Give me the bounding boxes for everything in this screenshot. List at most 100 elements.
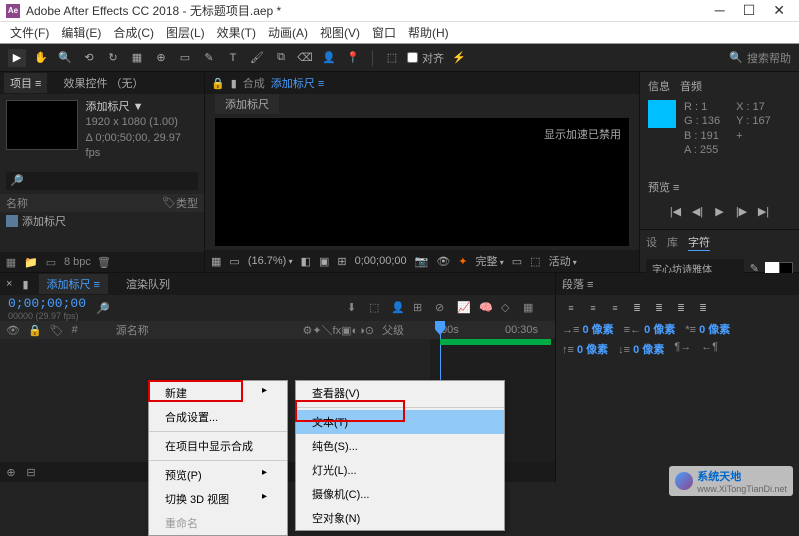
submenu-item-null[interactable]: 空对象(N) bbox=[296, 506, 504, 530]
submenu-item-text[interactable]: 文本(T) bbox=[296, 410, 504, 434]
tab-project[interactable]: 项目 ≡ bbox=[4, 73, 47, 93]
menu-file[interactable]: 文件(F) bbox=[6, 22, 53, 43]
quality-dropdown[interactable]: 完整 bbox=[476, 253, 504, 269]
last-frame-button[interactable]: ▶| bbox=[756, 203, 772, 219]
tab-library[interactable]: 库 bbox=[667, 234, 678, 251]
roto-tool[interactable]: 👤 bbox=[320, 49, 338, 67]
new-comp-icon[interactable]: ▭ bbox=[44, 255, 58, 269]
prev-frame-button[interactable]: ◀| bbox=[690, 203, 706, 219]
guide-icon[interactable]: ⊞ bbox=[337, 255, 346, 268]
puppet-tool[interactable]: 📍 bbox=[344, 49, 362, 67]
snapshot-icon[interactable]: 📷 bbox=[415, 255, 429, 268]
viewer-comp-name[interactable]: 添加标尺 ≡ bbox=[271, 75, 324, 91]
3d-view-icon[interactable]: ⬚ bbox=[530, 255, 540, 268]
tab-preview[interactable]: 预览 ≡ bbox=[648, 182, 679, 194]
menu-item-new[interactable]: 新建 bbox=[149, 381, 287, 405]
mask-icon[interactable]: ▣ bbox=[319, 255, 329, 268]
menu-animation[interactable]: 动画(A) bbox=[264, 22, 312, 43]
menu-effect[interactable]: 效果(T) bbox=[213, 22, 260, 43]
viewer-subtab[interactable]: 添加标尺 bbox=[215, 94, 279, 114]
menu-item-preview[interactable]: 预览(P) bbox=[149, 463, 287, 487]
timecode-display[interactable]: 0;00;00;00 bbox=[355, 255, 407, 267]
tab-audio[interactable]: 音频 bbox=[680, 78, 702, 94]
draft3d-icon[interactable]: ⬚ bbox=[369, 301, 383, 315]
indent-right[interactable]: 0 像素 bbox=[644, 324, 675, 336]
delete-icon[interactable]: 🗑 bbox=[97, 255, 111, 269]
zoom-tool[interactable]: 🔍 bbox=[56, 49, 74, 67]
play-button[interactable]: ▶ bbox=[712, 203, 728, 219]
eraser-tool[interactable]: ⌫ bbox=[296, 49, 314, 67]
source-name-column[interactable]: 源名称 bbox=[116, 322, 295, 338]
menu-edit[interactable]: 编辑(E) bbox=[57, 22, 105, 43]
toggle-switches-icon[interactable]: ⊕ bbox=[4, 465, 18, 479]
composition-thumbnail[interactable] bbox=[6, 100, 78, 150]
graph-editor-icon[interactable]: 📈 bbox=[457, 301, 471, 315]
grid-icon[interactable]: ▦ bbox=[211, 255, 221, 268]
show-snapshot-icon[interactable]: 👁 bbox=[436, 255, 450, 268]
minimize-button[interactable]: ─ bbox=[715, 2, 725, 19]
timeline-tab-render[interactable]: 渲染队列 bbox=[118, 274, 178, 294]
submenu-item-light[interactable]: 灯光(L)... bbox=[296, 458, 504, 482]
col-type[interactable]: 类型 bbox=[176, 195, 198, 211]
submenu-item-solid[interactable]: 纯色(S)... bbox=[296, 434, 504, 458]
comp-mini-flowchart-icon[interactable]: ⬇ bbox=[347, 301, 361, 315]
parent-column[interactable]: 父级 bbox=[382, 322, 404, 338]
text-direction-rtl-icon[interactable]: ←¶ bbox=[701, 341, 718, 357]
menu-composition[interactable]: 合成(C) bbox=[109, 22, 158, 43]
lock-icon[interactable]: 🔒 bbox=[211, 77, 225, 90]
clone-tool[interactable]: ⧉ bbox=[272, 49, 290, 67]
zoom-dropdown[interactable]: (16.7%) bbox=[248, 255, 293, 267]
toggle-modes-icon[interactable]: ⊟ bbox=[24, 465, 38, 479]
menu-item-comp-settings[interactable]: 合成设置... bbox=[149, 405, 287, 429]
local-axis-icon[interactable]: ⬚ bbox=[383, 49, 401, 67]
justify-right-icon[interactable]: ≣ bbox=[672, 301, 690, 315]
tab-info[interactable]: 信息 bbox=[648, 78, 670, 94]
align-right-icon[interactable]: ≡ bbox=[606, 301, 624, 315]
text-tool[interactable]: T bbox=[224, 49, 242, 67]
resolution-icon[interactable]: ▭ bbox=[229, 255, 239, 268]
view-layout-icon[interactable]: ▭ bbox=[512, 255, 522, 268]
space-before[interactable]: 0 像素 bbox=[577, 344, 608, 356]
maximize-button[interactable]: ☐ bbox=[743, 2, 756, 19]
close-button[interactable]: ✕ bbox=[773, 2, 785, 19]
rotate-tool[interactable]: ↻ bbox=[104, 49, 122, 67]
time-ruler[interactable]: :00s 00:30s bbox=[430, 321, 555, 339]
selection-tool[interactable]: ▶ bbox=[8, 49, 26, 67]
camera-tool[interactable]: ▦ bbox=[128, 49, 146, 67]
active-camera-dropdown[interactable]: 活动 bbox=[549, 253, 577, 269]
label-icon[interactable]: 🏷 bbox=[162, 196, 176, 209]
space-after[interactable]: 0 像素 bbox=[633, 344, 664, 356]
timeline-close-icon[interactable]: × bbox=[6, 278, 12, 290]
indent-left[interactable]: 0 像素 bbox=[582, 324, 613, 336]
layer-switches-icon[interactable]: ▦ bbox=[523, 301, 537, 315]
tab-effect-controls[interactable]: 效果控件 （无） bbox=[57, 73, 149, 93]
av-features-icon[interactable]: 👁 bbox=[6, 324, 20, 337]
help-search[interactable]: 🔍搜索帮助 bbox=[729, 50, 791, 66]
tab-settings[interactable]: 设 bbox=[646, 234, 657, 251]
project-search[interactable]: 🔎 bbox=[6, 172, 198, 190]
menu-layer[interactable]: 图层(L) bbox=[162, 22, 209, 43]
bpc-button[interactable]: 8 bpc bbox=[64, 256, 91, 268]
interpret-footage-icon[interactable]: ▦ bbox=[4, 255, 18, 269]
anchor-tool[interactable]: ⊕ bbox=[152, 49, 170, 67]
current-timecode[interactable]: 0;00;00;00 bbox=[8, 296, 86, 311]
align-center-icon[interactable]: ≡ bbox=[584, 301, 602, 315]
indent-first[interactable]: 0 像素 bbox=[699, 324, 730, 336]
snap-checkbox[interactable]: 对齐 bbox=[407, 50, 444, 66]
motion-blur-icon[interactable]: ⊘ bbox=[435, 301, 449, 315]
snap-options-icon[interactable]: ⚡ bbox=[450, 49, 468, 67]
brainstorm-icon[interactable]: 🧠 bbox=[479, 301, 493, 315]
work-area-bar[interactable] bbox=[440, 339, 551, 345]
hand-tool[interactable]: ✋ bbox=[32, 49, 50, 67]
orbit-tool[interactable]: ⟲ bbox=[80, 49, 98, 67]
shape-tool[interactable]: ▭ bbox=[176, 49, 194, 67]
timeline-search[interactable]: 🔎 bbox=[96, 302, 110, 315]
menu-item-switch3d[interactable]: 切换 3D 视图 bbox=[149, 487, 287, 511]
color-mgmt-icon[interactable]: ✦ bbox=[458, 255, 467, 268]
menu-window[interactable]: 窗口 bbox=[368, 22, 400, 43]
channel-icon[interactable]: ◧ bbox=[301, 255, 311, 268]
submenu-item-viewer[interactable]: 查看器(V) bbox=[296, 381, 504, 405]
project-item[interactable]: 添加标尺 bbox=[0, 212, 204, 230]
brush-tool[interactable]: 🖌 bbox=[248, 49, 266, 67]
col-name[interactable]: 名称 bbox=[6, 195, 162, 211]
